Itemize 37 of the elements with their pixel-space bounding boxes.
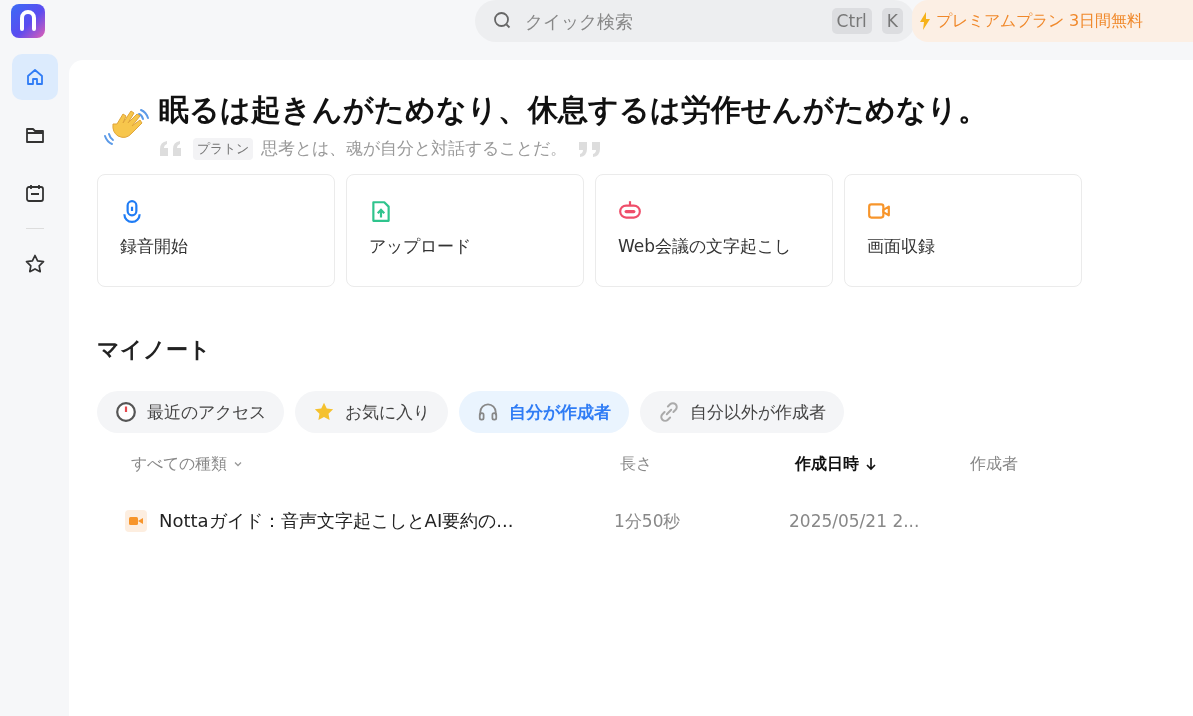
section-title: マイノート — [97, 336, 212, 364]
filter-tab[interactable]: 最近のアクセス — [97, 391, 284, 433]
quote-author: プラトン — [193, 137, 253, 160]
app-logo[interactable] — [11, 4, 45, 38]
search-icon — [493, 11, 513, 31]
microphone-icon — [120, 199, 144, 223]
column-header[interactable]: 作成者 — [970, 453, 1090, 475]
action-card[interactable]: Web会議の文字起こし — [595, 174, 833, 287]
keyboard-key: K — [881, 8, 903, 34]
headphones-icon — [477, 401, 499, 423]
keyboard-key: Ctrl — [831, 8, 872, 34]
video-icon — [125, 510, 147, 532]
lightning-icon — [920, 12, 930, 30]
star-icon — [313, 401, 335, 423]
greeting-title: 眠るは起きんがためなり、休息するは労作せんがためなり。 — [159, 91, 988, 129]
filter-tab[interactable]: お気に入り — [295, 391, 448, 433]
column-header[interactable]: 作成日時 — [795, 453, 970, 475]
caret-icon — [233, 459, 243, 469]
action-card[interactable]: 画面収録 — [844, 174, 1082, 287]
premium-label: プレミアムプラン 3日間無料 — [936, 10, 1144, 32]
filter-tab[interactable]: 自分が作成者 — [459, 391, 629, 433]
filter-tab[interactable]: 自分以外が作成者 — [640, 391, 844, 433]
quote-text: 思考とは、魂が自分と対話することだ。 — [261, 137, 567, 160]
clock-icon — [115, 401, 137, 423]
note-duration: 1分50秒 — [614, 509, 682, 533]
action-card[interactable]: 録音開始 — [97, 174, 335, 287]
type-filter-dropdown[interactable]: すべての種類 — [131, 453, 620, 475]
column-header[interactable]: 長さ — [620, 453, 795, 475]
link-icon — [658, 401, 680, 423]
calendar-icon — [23, 182, 46, 204]
note-title[interactable]: Nottaガイド：音声文字起こしとAI要約の... — [159, 509, 514, 533]
search-field[interactable]: クイック検索 — [523, 9, 822, 33]
action-card[interactable]: アップロード — [346, 174, 584, 287]
sort-down-icon — [865, 457, 877, 471]
star-icon — [23, 253, 46, 275]
file-upload-icon — [369, 199, 393, 223]
note-date: 2025/05/21 2... — [789, 511, 921, 531]
